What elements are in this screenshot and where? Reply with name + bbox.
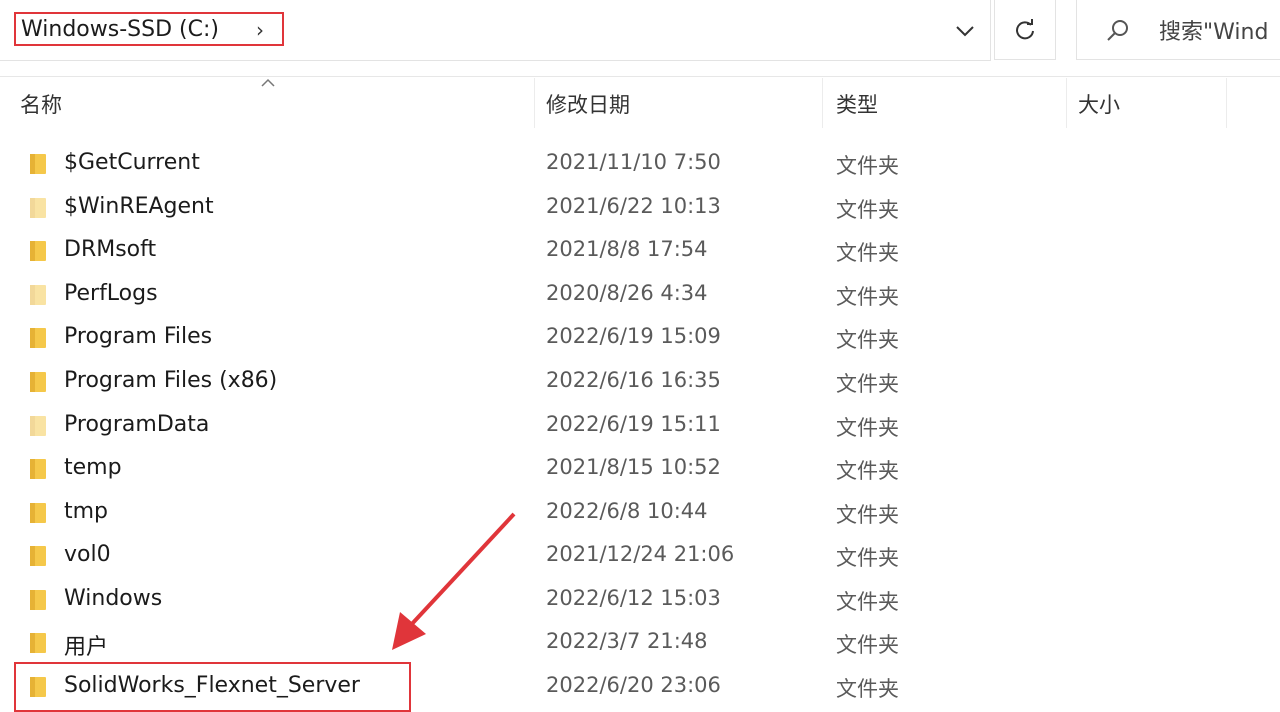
address-history-button[interactable] (948, 14, 982, 48)
file-row[interactable]: Program Files (x86) 2022/6/16 16:35 文件夹 (0, 361, 1280, 404)
chevron-down-icon (956, 26, 974, 37)
column-header-row: 名称 修改日期 类型 大小 (0, 78, 1280, 130)
folder-icon (30, 416, 46, 436)
file-type: 文件夹 (836, 677, 899, 701)
file-name: DRMsoft (64, 237, 157, 262)
file-date: 2021/11/10 7:50 (546, 150, 721, 174)
breadcrumb-drive-label[interactable]: Windows-SSD (C:) (21, 17, 219, 42)
folder-icon (30, 285, 46, 305)
file-type: 文件夹 (836, 241, 899, 265)
file-type: 文件夹 (836, 328, 899, 352)
folder-icon (30, 590, 46, 610)
file-name: Program Files (64, 324, 213, 349)
folder-icon (30, 154, 46, 174)
file-type: 文件夹 (836, 285, 899, 309)
file-type: 文件夹 (836, 503, 899, 527)
folder-icon (30, 328, 46, 348)
column-header-size[interactable]: 大小 (1078, 78, 1120, 130)
column-divider[interactable] (1066, 78, 1067, 128)
file-row[interactable]: 用户 2022/3/7 21:48 文件夹 (0, 622, 1280, 665)
file-date: 2021/8/8 17:54 (546, 237, 708, 261)
file-row[interactable]: ProgramData 2022/6/19 15:11 文件夹 (0, 405, 1280, 448)
file-row[interactable]: $GetCurrent 2021/11/10 7:50 文件夹 (0, 143, 1280, 186)
search-icon (1107, 20, 1128, 41)
column-header-modified[interactable]: 修改日期 (546, 78, 630, 130)
address-bar[interactable]: Windows-SSD (C:) › (0, 0, 991, 61)
annotation-highlight-box (14, 662, 411, 712)
file-name: vol0 (64, 542, 111, 567)
folder-icon (30, 633, 46, 653)
file-name: $GetCurrent (64, 150, 200, 175)
file-row[interactable]: $WinREAgent 2021/6/22 10:13 文件夹 (0, 187, 1280, 230)
refresh-icon (1016, 18, 1034, 39)
file-name: PerfLogs (64, 281, 158, 306)
file-date: 2022/6/20 23:06 (546, 673, 721, 697)
file-date: 2020/8/26 4:34 (546, 281, 708, 305)
file-date: 2021/8/15 10:52 (546, 455, 721, 479)
file-name: Windows (64, 586, 163, 611)
breadcrumb[interactable]: Windows-SSD (C:) › (14, 12, 284, 46)
file-name: temp (64, 455, 122, 480)
file-type: 文件夹 (836, 633, 899, 657)
file-date: 2022/6/16 16:35 (546, 368, 721, 392)
folder-icon (30, 546, 46, 566)
toolbar: Windows-SSD (C:) › 搜索"Wind (0, 0, 1280, 77)
sort-up-icon[interactable] (260, 78, 276, 88)
file-type: 文件夹 (836, 154, 899, 178)
column-divider[interactable] (1226, 78, 1227, 128)
search-box[interactable]: 搜索"Wind (1076, 0, 1280, 60)
file-row[interactable]: vol0 2021/12/24 21:06 文件夹 (0, 535, 1280, 578)
file-name: Program Files (x86) (64, 368, 278, 393)
file-row[interactable]: DRMsoft 2021/8/8 17:54 文件夹 (0, 230, 1280, 273)
file-date: 2021/6/22 10:13 (546, 194, 721, 218)
folder-icon (30, 198, 46, 218)
file-row[interactable]: temp 2021/8/15 10:52 文件夹 (0, 448, 1280, 491)
file-name: 用户 (64, 635, 109, 660)
refresh-button[interactable] (994, 0, 1056, 60)
file-type: 文件夹 (836, 459, 899, 483)
file-date: 2022/6/19 15:09 (546, 324, 721, 348)
file-type: 文件夹 (836, 546, 899, 570)
file-row[interactable]: Program Files 2022/6/19 15:09 文件夹 (0, 317, 1280, 360)
column-header-name[interactable]: 名称 (20, 78, 62, 130)
file-name: $WinREAgent (64, 194, 214, 219)
file-date: 2021/12/24 21:06 (546, 542, 735, 566)
annotation-arrow-icon (392, 512, 516, 650)
file-name: tmp (64, 499, 109, 524)
folder-icon (30, 241, 46, 261)
column-divider[interactable] (822, 78, 823, 128)
breadcrumb-chevron-icon[interactable]: › (256, 18, 264, 42)
folder-icon (30, 503, 46, 523)
folder-icon (30, 459, 46, 479)
search-input[interactable]: 搜索"Wind (1159, 14, 1280, 46)
file-date: 2022/6/8 10:44 (546, 499, 708, 523)
file-date: 2022/6/19 15:11 (546, 412, 721, 436)
file-type: 文件夹 (836, 416, 899, 440)
file-type: 文件夹 (836, 590, 899, 614)
file-name: ProgramData (64, 412, 210, 437)
column-header-type[interactable]: 类型 (836, 78, 878, 130)
file-date: 2022/6/12 15:03 (546, 586, 721, 610)
file-row[interactable]: PerfLogs 2020/8/26 4:34 文件夹 (0, 274, 1280, 317)
file-row[interactable]: tmp 2022/6/8 10:44 文件夹 (0, 492, 1280, 535)
column-divider[interactable] (534, 78, 535, 128)
file-date: 2022/3/7 21:48 (546, 629, 708, 653)
folder-icon (30, 372, 46, 392)
file-type: 文件夹 (836, 198, 899, 222)
file-type: 文件夹 (836, 372, 899, 396)
file-row[interactable]: Windows 2022/6/12 15:03 文件夹 (0, 579, 1280, 622)
